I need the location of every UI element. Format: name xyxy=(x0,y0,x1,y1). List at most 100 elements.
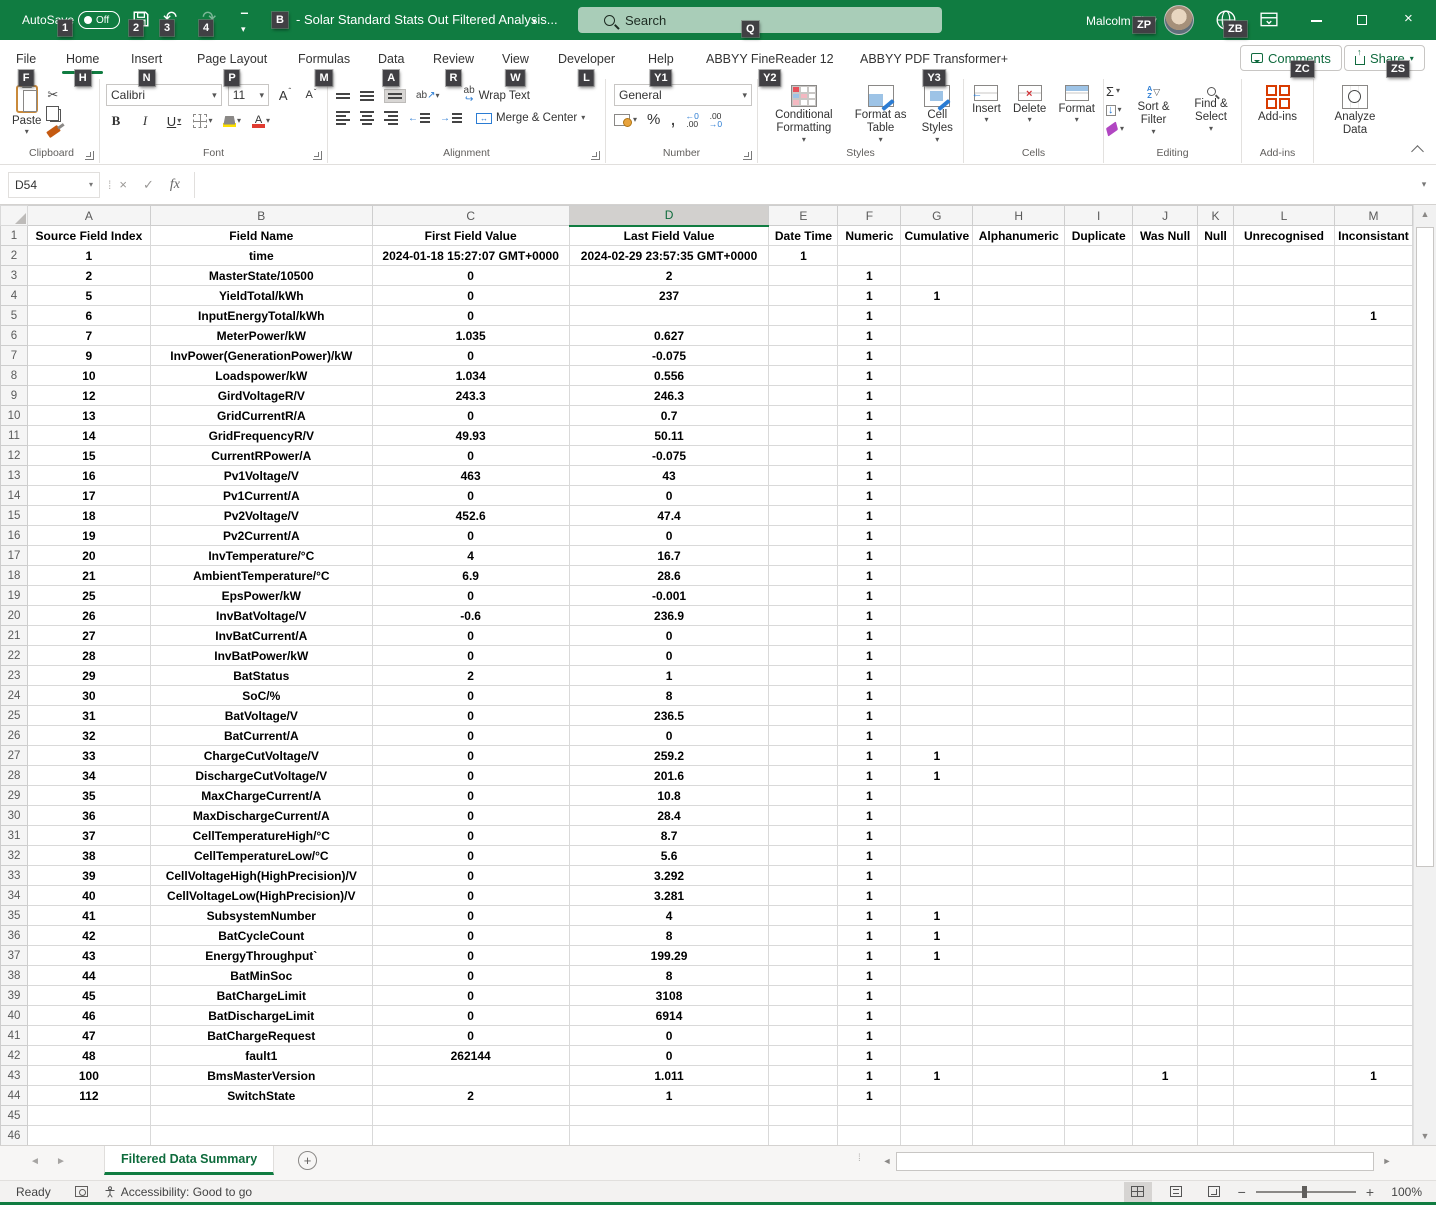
cell-A32[interactable]: 38 xyxy=(27,846,150,866)
cell-L10[interactable] xyxy=(1234,406,1335,426)
cell-B24[interactable]: SoC/% xyxy=(150,686,372,706)
cell-F3[interactable]: 1 xyxy=(838,266,901,286)
cell-C37[interactable]: 0 xyxy=(372,946,569,966)
cell-I23[interactable] xyxy=(1065,666,1133,686)
tab-insert[interactable]: InsertN xyxy=(131,40,162,77)
cell-K11[interactable] xyxy=(1198,426,1234,446)
cell-J4[interactable] xyxy=(1133,286,1198,306)
cell-I12[interactable] xyxy=(1065,446,1133,466)
cell-L25[interactable] xyxy=(1234,706,1335,726)
cell-A4[interactable]: 5 xyxy=(27,286,150,306)
cell-E46[interactable] xyxy=(769,1126,838,1146)
cell-F7[interactable]: 1 xyxy=(838,346,901,366)
cell-K44[interactable] xyxy=(1198,1086,1234,1106)
cell-I21[interactable] xyxy=(1065,626,1133,646)
cell-C20[interactable]: -0.6 xyxy=(372,606,569,626)
fill-button[interactable]: ↓▾ xyxy=(1106,102,1124,118)
cell-G3[interactable] xyxy=(901,266,973,286)
cell-H32[interactable] xyxy=(973,846,1065,866)
cell-G38[interactable] xyxy=(901,966,973,986)
cell-G30[interactable] xyxy=(901,806,973,826)
zoom-slider-thumb[interactable] xyxy=(1302,1186,1307,1198)
cell-L13[interactable] xyxy=(1234,466,1335,486)
cell-I29[interactable] xyxy=(1065,786,1133,806)
cell-E29[interactable] xyxy=(769,786,838,806)
cell-G11[interactable] xyxy=(901,426,973,446)
cell-E10[interactable] xyxy=(769,406,838,426)
row-header-18[interactable]: 18 xyxy=(1,566,28,586)
cell-F13[interactable]: 1 xyxy=(838,466,901,486)
cell-L37[interactable] xyxy=(1234,946,1335,966)
cell-L38[interactable] xyxy=(1234,966,1335,986)
sheet-nav-right-icon[interactable]: ► xyxy=(56,1156,66,1167)
cell-H38[interactable] xyxy=(973,966,1065,986)
cell-C7[interactable]: 0 xyxy=(372,346,569,366)
cell-D14[interactable]: 0 xyxy=(569,486,769,506)
row-header-6[interactable]: 6 xyxy=(1,326,28,346)
row-header-32[interactable]: 32 xyxy=(1,846,28,866)
cell-C16[interactable]: 0 xyxy=(372,526,569,546)
cell-I24[interactable] xyxy=(1065,686,1133,706)
collapse-ribbon-icon[interactable] xyxy=(1411,145,1424,158)
column-header-H[interactable]: H xyxy=(973,206,1065,226)
cell-C25[interactable]: 0 xyxy=(372,706,569,726)
cell-B18[interactable]: AmbientTemperature/°C xyxy=(150,566,372,586)
cell-D27[interactable]: 259.2 xyxy=(569,746,769,766)
row-header-40[interactable]: 40 xyxy=(1,1006,28,1026)
cell-J44[interactable] xyxy=(1133,1086,1198,1106)
cell-A37[interactable]: 43 xyxy=(27,946,150,966)
cell-E15[interactable] xyxy=(769,506,838,526)
cell-I17[interactable] xyxy=(1065,546,1133,566)
cell-I9[interactable] xyxy=(1065,386,1133,406)
row-header-34[interactable]: 34 xyxy=(1,886,28,906)
cell-A39[interactable]: 45 xyxy=(27,986,150,1006)
zoom-out-icon[interactable]: − xyxy=(1238,1184,1246,1200)
cell-D8[interactable]: 0.556 xyxy=(569,366,769,386)
cell-J43[interactable]: 1 xyxy=(1133,1066,1198,1086)
column-header-L[interactable]: L xyxy=(1234,206,1335,226)
cell-L6[interactable] xyxy=(1234,326,1335,346)
cell-G2[interactable] xyxy=(901,246,973,266)
cell-G9[interactable] xyxy=(901,386,973,406)
row-header-44[interactable]: 44 xyxy=(1,1086,28,1106)
alignment-dialog-launcher[interactable] xyxy=(591,151,600,160)
cell-K1[interactable]: Null xyxy=(1198,226,1234,246)
cell-D9[interactable]: 246.3 xyxy=(569,386,769,406)
cell-I40[interactable] xyxy=(1065,1006,1133,1026)
cell-G25[interactable] xyxy=(901,706,973,726)
cell-F1[interactable]: Numeric xyxy=(838,226,901,246)
cell-C28[interactable]: 0 xyxy=(372,766,569,786)
cell-H42[interactable] xyxy=(973,1046,1065,1066)
fill-color-button[interactable]: ▾ xyxy=(222,110,242,132)
row-header-17[interactable]: 17 xyxy=(1,546,28,566)
new-sheet-icon[interactable]: + xyxy=(298,1151,317,1170)
cell-A14[interactable]: 17 xyxy=(27,486,150,506)
cell-J18[interactable] xyxy=(1133,566,1198,586)
cell-K35[interactable] xyxy=(1198,906,1234,926)
cell-K46[interactable] xyxy=(1198,1126,1234,1146)
column-header-M[interactable]: M xyxy=(1334,206,1412,226)
cell-G4[interactable]: 1 xyxy=(901,286,973,306)
cell-H24[interactable] xyxy=(973,686,1065,706)
cell-J6[interactable] xyxy=(1133,326,1198,346)
cell-C4[interactable]: 0 xyxy=(372,286,569,306)
cell-L7[interactable] xyxy=(1234,346,1335,366)
row-header-31[interactable]: 31 xyxy=(1,826,28,846)
expand-formula-bar-icon[interactable]: ▾ xyxy=(1412,179,1436,190)
cell-C32[interactable]: 0 xyxy=(372,846,569,866)
cell-A3[interactable]: 2 xyxy=(27,266,150,286)
cell-G46[interactable] xyxy=(901,1126,973,1146)
cell-C6[interactable]: 1.035 xyxy=(372,326,569,346)
cell-B9[interactable]: GirdVoltageR/V xyxy=(150,386,372,406)
cell-D25[interactable]: 236.5 xyxy=(569,706,769,726)
cell-L43[interactable] xyxy=(1234,1066,1335,1086)
cell-B6[interactable]: MeterPower/kW xyxy=(150,326,372,346)
cell-C14[interactable]: 0 xyxy=(372,486,569,506)
row-header-26[interactable]: 26 xyxy=(1,726,28,746)
tab-view[interactable]: ViewW xyxy=(502,40,529,77)
shrink-font-button[interactable]: Aˇ xyxy=(301,84,321,106)
cell-D31[interactable]: 8.7 xyxy=(569,826,769,846)
cell-B33[interactable]: CellVoltageHigh(HighPrecision)/V xyxy=(150,866,372,886)
row-header-12[interactable]: 12 xyxy=(1,446,28,466)
autosave-toggle[interactable]: Off xyxy=(78,11,120,29)
